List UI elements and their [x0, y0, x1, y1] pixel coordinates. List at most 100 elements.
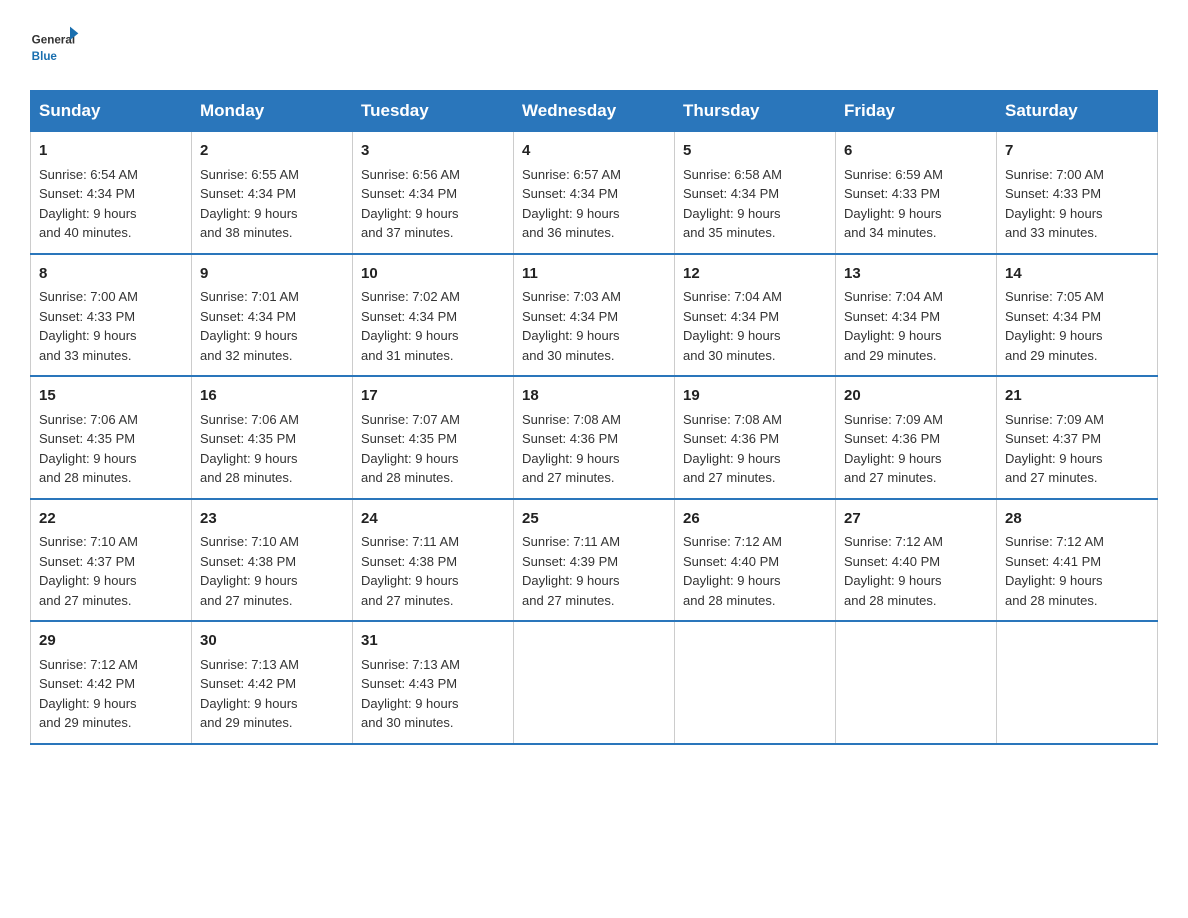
calendar-cell: 30Sunrise: 7:13 AMSunset: 4:42 PMDayligh… [192, 621, 353, 744]
daylight-line: Daylight: 9 hours [1005, 571, 1149, 591]
daylight-line: Daylight: 9 hours [844, 449, 988, 469]
day-number: 4 [522, 140, 666, 163]
sunset-line: Sunset: 4:39 PM [522, 552, 666, 572]
sunset-line: Sunset: 4:36 PM [844, 429, 988, 449]
day-number: 31 [361, 630, 505, 653]
daylight-cont: and 28 minutes. [361, 468, 505, 488]
sunset-line: Sunset: 4:43 PM [361, 674, 505, 694]
daylight-line: Daylight: 9 hours [39, 204, 183, 224]
header-saturday: Saturday [997, 91, 1158, 132]
daylight-cont: and 27 minutes. [200, 591, 344, 611]
calendar-cell: 17Sunrise: 7:07 AMSunset: 4:35 PMDayligh… [353, 376, 514, 499]
sunset-line: Sunset: 4:34 PM [1005, 307, 1149, 327]
day-number: 12 [683, 263, 827, 286]
sunrise-line: Sunrise: 7:00 AM [1005, 165, 1149, 185]
daylight-cont: and 40 minutes. [39, 223, 183, 243]
day-number: 30 [200, 630, 344, 653]
calendar-cell: 4Sunrise: 6:57 AMSunset: 4:34 PMDaylight… [514, 132, 675, 254]
sunrise-line: Sunrise: 7:09 AM [1005, 410, 1149, 430]
calendar-cell: 9Sunrise: 7:01 AMSunset: 4:34 PMDaylight… [192, 254, 353, 377]
sunrise-line: Sunrise: 7:04 AM [844, 287, 988, 307]
daylight-line: Daylight: 9 hours [683, 204, 827, 224]
calendar-cell: 7Sunrise: 7:00 AMSunset: 4:33 PMDaylight… [997, 132, 1158, 254]
daylight-line: Daylight: 9 hours [683, 449, 827, 469]
day-number: 29 [39, 630, 183, 653]
day-number: 1 [39, 140, 183, 163]
sunrise-line: Sunrise: 6:57 AM [522, 165, 666, 185]
daylight-cont: and 33 minutes. [1005, 223, 1149, 243]
calendar-cell: 15Sunrise: 7:06 AMSunset: 4:35 PMDayligh… [31, 376, 192, 499]
calendar-cell: 21Sunrise: 7:09 AMSunset: 4:37 PMDayligh… [997, 376, 1158, 499]
svg-text:General: General [32, 33, 75, 46]
daylight-cont: and 28 minutes. [1005, 591, 1149, 611]
daylight-line: Daylight: 9 hours [522, 326, 666, 346]
daylight-cont: and 27 minutes. [39, 591, 183, 611]
daylight-line: Daylight: 9 hours [200, 326, 344, 346]
daylight-line: Daylight: 9 hours [200, 204, 344, 224]
calendar-cell: 22Sunrise: 7:10 AMSunset: 4:37 PMDayligh… [31, 499, 192, 622]
daylight-line: Daylight: 9 hours [1005, 326, 1149, 346]
day-number: 19 [683, 385, 827, 408]
header-friday: Friday [836, 91, 997, 132]
daylight-cont: and 27 minutes. [522, 468, 666, 488]
sunrise-line: Sunrise: 6:58 AM [683, 165, 827, 185]
sunset-line: Sunset: 4:34 PM [522, 307, 666, 327]
daylight-line: Daylight: 9 hours [522, 449, 666, 469]
calendar-cell: 13Sunrise: 7:04 AMSunset: 4:34 PMDayligh… [836, 254, 997, 377]
sunset-line: Sunset: 4:34 PM [361, 307, 505, 327]
calendar-cell: 12Sunrise: 7:04 AMSunset: 4:34 PMDayligh… [675, 254, 836, 377]
sunrise-line: Sunrise: 7:12 AM [1005, 532, 1149, 552]
sunrise-line: Sunrise: 7:12 AM [39, 655, 183, 675]
calendar-cell: 6Sunrise: 6:59 AMSunset: 4:33 PMDaylight… [836, 132, 997, 254]
daylight-cont: and 29 minutes. [39, 713, 183, 733]
sunrise-line: Sunrise: 6:59 AM [844, 165, 988, 185]
daylight-line: Daylight: 9 hours [683, 571, 827, 591]
day-number: 5 [683, 140, 827, 163]
sunset-line: Sunset: 4:37 PM [39, 552, 183, 572]
calendar-cell [675, 621, 836, 744]
sunrise-line: Sunrise: 7:03 AM [522, 287, 666, 307]
sunset-line: Sunset: 4:36 PM [683, 429, 827, 449]
sunset-line: Sunset: 4:34 PM [683, 307, 827, 327]
calendar-cell: 19Sunrise: 7:08 AMSunset: 4:36 PMDayligh… [675, 376, 836, 499]
calendar-cell: 2Sunrise: 6:55 AMSunset: 4:34 PMDaylight… [192, 132, 353, 254]
sunset-line: Sunset: 4:34 PM [200, 184, 344, 204]
day-number: 28 [1005, 508, 1149, 531]
daylight-cont: and 38 minutes. [200, 223, 344, 243]
day-number: 18 [522, 385, 666, 408]
daylight-cont: and 35 minutes. [683, 223, 827, 243]
calendar-cell: 29Sunrise: 7:12 AMSunset: 4:42 PMDayligh… [31, 621, 192, 744]
sunrise-line: Sunrise: 7:01 AM [200, 287, 344, 307]
day-number: 9 [200, 263, 344, 286]
daylight-cont: and 32 minutes. [200, 346, 344, 366]
day-number: 11 [522, 263, 666, 286]
calendar-cell: 31Sunrise: 7:13 AMSunset: 4:43 PMDayligh… [353, 621, 514, 744]
calendar-cell: 27Sunrise: 7:12 AMSunset: 4:40 PMDayligh… [836, 499, 997, 622]
sunset-line: Sunset: 4:34 PM [844, 307, 988, 327]
daylight-line: Daylight: 9 hours [1005, 449, 1149, 469]
day-number: 14 [1005, 263, 1149, 286]
day-number: 26 [683, 508, 827, 531]
day-number: 22 [39, 508, 183, 531]
calendar-cell: 24Sunrise: 7:11 AMSunset: 4:38 PMDayligh… [353, 499, 514, 622]
sunset-line: Sunset: 4:33 PM [1005, 184, 1149, 204]
calendar-cell: 20Sunrise: 7:09 AMSunset: 4:36 PMDayligh… [836, 376, 997, 499]
sunrise-line: Sunrise: 6:56 AM [361, 165, 505, 185]
sunrise-line: Sunrise: 7:12 AM [844, 532, 988, 552]
calendar-cell: 26Sunrise: 7:12 AMSunset: 4:40 PMDayligh… [675, 499, 836, 622]
daylight-cont: and 28 minutes. [844, 591, 988, 611]
sunrise-line: Sunrise: 6:55 AM [200, 165, 344, 185]
daylight-cont: and 30 minutes. [683, 346, 827, 366]
sunrise-line: Sunrise: 7:10 AM [39, 532, 183, 552]
day-number: 27 [844, 508, 988, 531]
day-number: 10 [361, 263, 505, 286]
sunset-line: Sunset: 4:40 PM [683, 552, 827, 572]
calendar-cell: 28Sunrise: 7:12 AMSunset: 4:41 PMDayligh… [997, 499, 1158, 622]
day-number: 20 [844, 385, 988, 408]
daylight-line: Daylight: 9 hours [39, 694, 183, 714]
sunset-line: Sunset: 4:34 PM [39, 184, 183, 204]
weekday-header-row: SundayMondayTuesdayWednesdayThursdayFrid… [31, 91, 1158, 132]
sunset-line: Sunset: 4:33 PM [844, 184, 988, 204]
sunrise-line: Sunrise: 7:05 AM [1005, 287, 1149, 307]
sunset-line: Sunset: 4:38 PM [200, 552, 344, 572]
